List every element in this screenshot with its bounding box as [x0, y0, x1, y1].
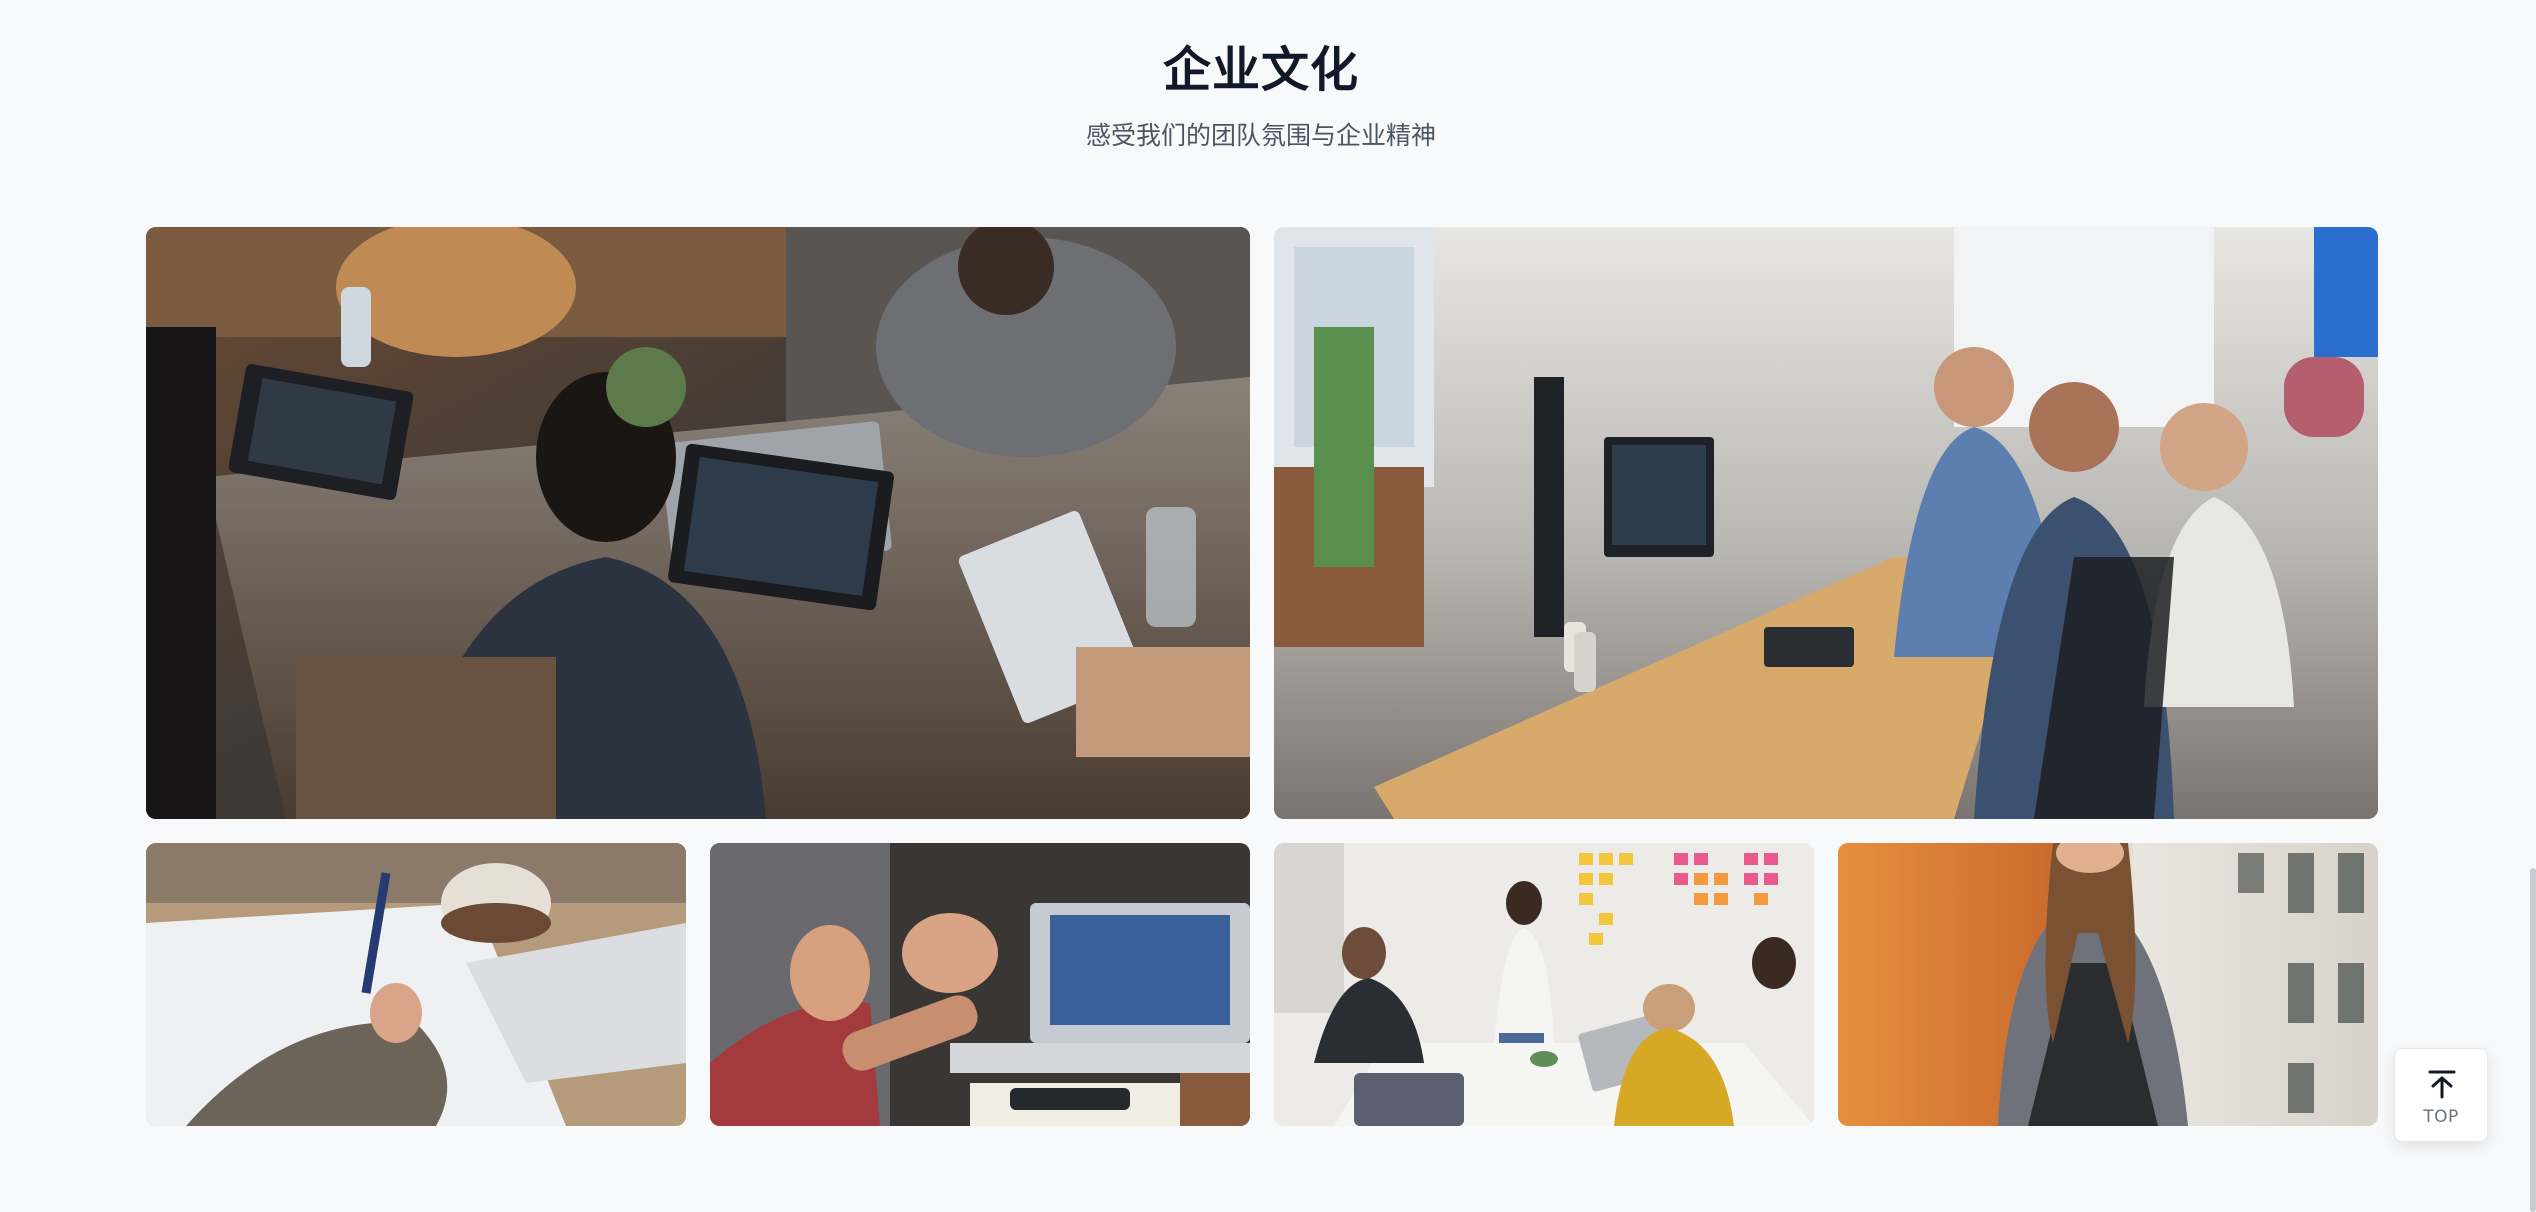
open-office-meeting-image [1274, 227, 2378, 819]
section-title: 企业文化 [1162, 42, 1359, 98]
arrow-up-to-line-icon [2428, 1070, 2456, 1099]
professional-woman-image [1838, 843, 2378, 1126]
gallery-photo-handwriting-notes[interactable] [146, 843, 686, 1126]
gallery-photo-team-laptops[interactable] [146, 227, 1250, 819]
gallery-photo-professional-woman[interactable] [1838, 843, 2378, 1126]
gallery-photo-whiteboard-presentation[interactable] [1274, 843, 1814, 1126]
laptop-discussion-image [710, 843, 1250, 1126]
culture-section: 企业文化 感受我们的团队氛围与企业精神 TOP [0, 0, 2536, 1212]
back-to-top-label: TOP [2423, 1107, 2459, 1127]
back-to-top-button[interactable]: TOP [2394, 1048, 2488, 1142]
section-subtitle: 感受我们的团队氛围与企业精神 [1085, 121, 1436, 150]
team-laptops-image [146, 227, 1250, 819]
gallery-photo-laptop-discussion[interactable] [710, 843, 1250, 1126]
page-scrollbar[interactable] [2530, 868, 2536, 1212]
whiteboard-presentation-image [1274, 843, 1814, 1126]
gallery-photo-open-office-meeting[interactable] [1274, 227, 2378, 819]
handwriting-notes-image [146, 843, 686, 1126]
